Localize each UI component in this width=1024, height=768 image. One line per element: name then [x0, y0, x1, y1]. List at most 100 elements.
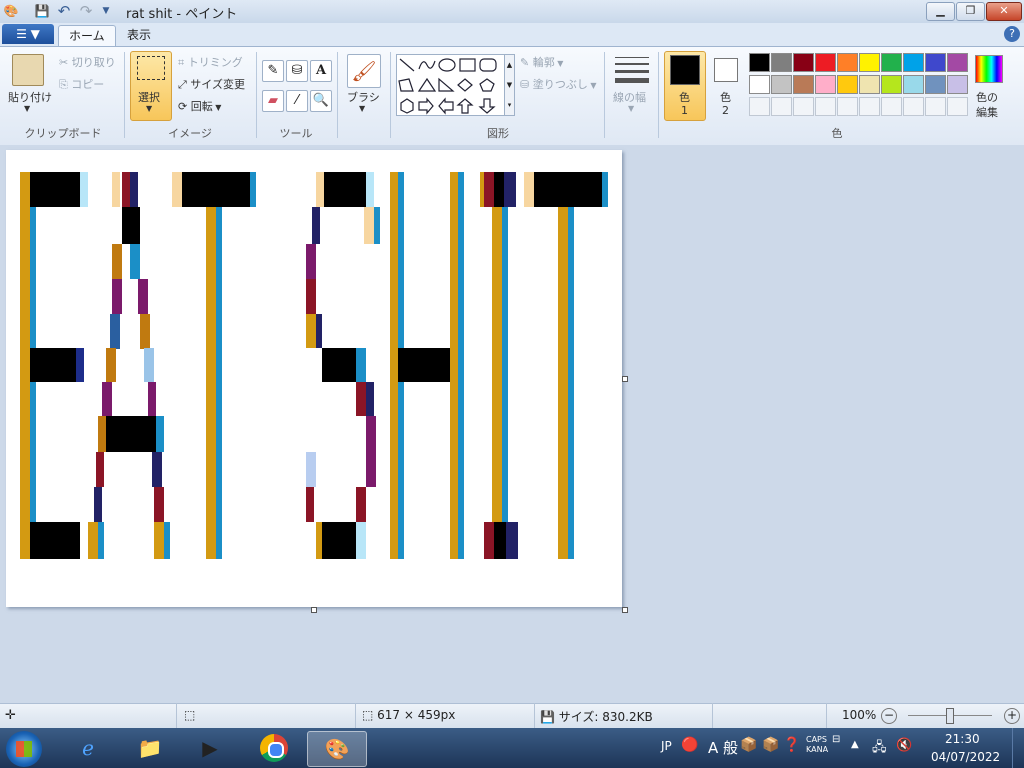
tab-home[interactable]: ホーム — [58, 25, 116, 47]
crop-button[interactable]: ⌗ トリミング — [178, 54, 243, 70]
fill-button[interactable]: ⛁ 塗りつぶし ▼ — [520, 76, 597, 92]
palette-swatch[interactable] — [947, 53, 968, 72]
clock-time[interactable]: 21:30 — [945, 732, 980, 746]
color2-label-line2: 2 — [722, 104, 729, 117]
save-icon[interactable]: 💾 — [34, 3, 50, 19]
resize-handle-corner[interactable] — [622, 607, 628, 613]
eraser-icon[interactable]: ▰ — [262, 90, 284, 112]
edit-colors-icon[interactable] — [975, 55, 1003, 83]
palette-swatch[interactable] — [881, 75, 902, 94]
customize-quick-access-icon[interactable]: ▼ — [98, 3, 114, 19]
show-hidden-icons-button[interactable]: ▲ — [851, 739, 859, 750]
text-icon[interactable]: A — [310, 60, 332, 82]
palette-swatch[interactable] — [837, 97, 858, 116]
ime-tools-icon[interactable]: 📦 — [762, 737, 779, 753]
edit-colors-line2[interactable]: 編集 — [976, 104, 998, 120]
paste-button[interactable]: 貼り付け — [8, 89, 52, 105]
maximize-button[interactable]: ❐ — [956, 2, 985, 21]
close-button[interactable]: ✕ — [986, 2, 1022, 21]
line-width-icon[interactable] — [615, 57, 649, 83]
palette-swatch[interactable] — [837, 53, 858, 72]
palette-swatch[interactable] — [881, 53, 902, 72]
shapes-scrollbar[interactable]: ▲ ▼ ▾ — [504, 54, 515, 116]
ime-mode-indicator[interactable]: A 般 — [708, 737, 738, 758]
file-menu-button[interactable]: ☰ ▼ — [2, 24, 54, 44]
redo-icon[interactable]: ↷ — [78, 3, 94, 19]
ime-dictionary-icon[interactable]: 📦 — [740, 737, 757, 753]
volume-muted-icon[interactable]: 🔇 — [896, 738, 912, 753]
palette-swatch[interactable] — [749, 97, 770, 116]
paint-app-icon[interactable]: 🎨 — [3, 3, 19, 19]
palette-swatch[interactable] — [815, 53, 836, 72]
palette-swatch[interactable] — [947, 97, 968, 116]
palette-swatch[interactable] — [749, 53, 770, 72]
shapes-gallery[interactable] — [396, 54, 506, 116]
file-explorer-icon[interactable]: 📁 — [130, 731, 170, 765]
palette-swatch[interactable] — [881, 97, 902, 116]
color2-swatch[interactable] — [714, 58, 738, 82]
palette-swatch[interactable] — [925, 75, 946, 94]
zoom-slider-thumb[interactable] — [946, 708, 954, 724]
chrome-icon[interactable] — [254, 731, 294, 765]
palette-swatch[interactable] — [903, 97, 924, 116]
help-icon[interactable]: ? — [1004, 26, 1020, 42]
file-size: 💾 サイズ: 830.2KB — [540, 710, 653, 724]
palette-swatch[interactable] — [947, 75, 968, 94]
paste-icon[interactable] — [12, 54, 44, 86]
language-indicator[interactable]: JP — [661, 739, 672, 753]
start-button[interactable] — [6, 731, 42, 767]
paste-dropdown-icon[interactable]: ▼ — [24, 104, 30, 113]
ime-toolbar-icon[interactable]: 🔴 — [681, 737, 698, 753]
palette-swatch[interactable] — [771, 75, 792, 94]
edit-colors-line1[interactable]: 色の — [976, 89, 998, 105]
drawing-canvas[interactable] — [6, 150, 622, 607]
cut-button[interactable]: ✂ 切り取り — [59, 54, 116, 70]
palette-swatch[interactable] — [793, 53, 814, 72]
palette-swatch[interactable] — [925, 97, 946, 116]
brushes-button[interactable]: ブラシ — [347, 89, 380, 105]
palette-swatch[interactable] — [771, 97, 792, 116]
resize-handle-bottom[interactable] — [311, 607, 317, 613]
zoom-in-button[interactable]: + — [1004, 708, 1020, 724]
undo-icon[interactable]: ↶ — [56, 3, 72, 19]
paint-taskbar-button[interactable]: 🎨 — [307, 731, 367, 767]
palette-swatch[interactable] — [749, 75, 770, 94]
palette-swatch[interactable] — [859, 53, 880, 72]
palette-swatch[interactable] — [771, 53, 792, 72]
ime-options-icon[interactable]: ⊟ — [832, 734, 840, 745]
palette-swatch[interactable] — [925, 53, 946, 72]
pencil-icon[interactable]: ✎ — [262, 60, 284, 82]
color-picker-icon[interactable]: ⁄ — [286, 90, 308, 112]
palette-swatch[interactable] — [859, 75, 880, 94]
brush-icon[interactable]: 🖌 — [347, 54, 381, 88]
fill-bucket-icon[interactable]: ⛁ — [286, 60, 308, 82]
palette-swatch[interactable] — [837, 75, 858, 94]
media-player-icon[interactable]: ▶ — [190, 731, 230, 765]
rotate-button[interactable]: ⟳ 回転 ▼ — [178, 98, 221, 114]
line-width-button[interactable]: 線の幅 — [613, 89, 646, 105]
palette-swatch[interactable] — [859, 97, 880, 116]
palette-swatch[interactable] — [793, 97, 814, 116]
network-icon[interactable]: 🖧 — [872, 738, 887, 760]
ime-help-icon[interactable]: ❓ — [783, 737, 800, 753]
zoom-out-button[interactable]: − — [881, 708, 897, 724]
rotate-dropdown-icon: ▼ — [212, 103, 222, 112]
resize-handle-right[interactable] — [622, 376, 628, 382]
palette-swatch[interactable] — [815, 75, 836, 94]
palette-swatch[interactable] — [903, 53, 924, 72]
minimize-button[interactable]: ▁ — [926, 2, 955, 21]
palette-swatch[interactable] — [903, 75, 924, 94]
show-desktop-button[interactable] — [1012, 728, 1024, 768]
internet-explorer-icon[interactable]: ℯ — [68, 731, 108, 765]
palette-swatch[interactable] — [793, 75, 814, 94]
outline-button[interactable]: ✎ 輪郭 ▼ — [520, 54, 563, 70]
tab-view[interactable]: 表示 — [117, 25, 161, 46]
clock-date[interactable]: 04/07/2022 — [931, 750, 1000, 764]
fill-icon: ⛁ — [520, 78, 533, 91]
separator — [355, 703, 356, 728]
palette-swatch[interactable] — [815, 97, 836, 116]
magnifier-icon[interactable]: 🔍 — [310, 90, 332, 112]
clipboard-group-label: クリップボード — [24, 127, 102, 140]
resize-button[interactable]: ⤢ サイズ変更 — [178, 76, 245, 92]
copy-button[interactable]: ⎘ コピー — [59, 76, 104, 92]
